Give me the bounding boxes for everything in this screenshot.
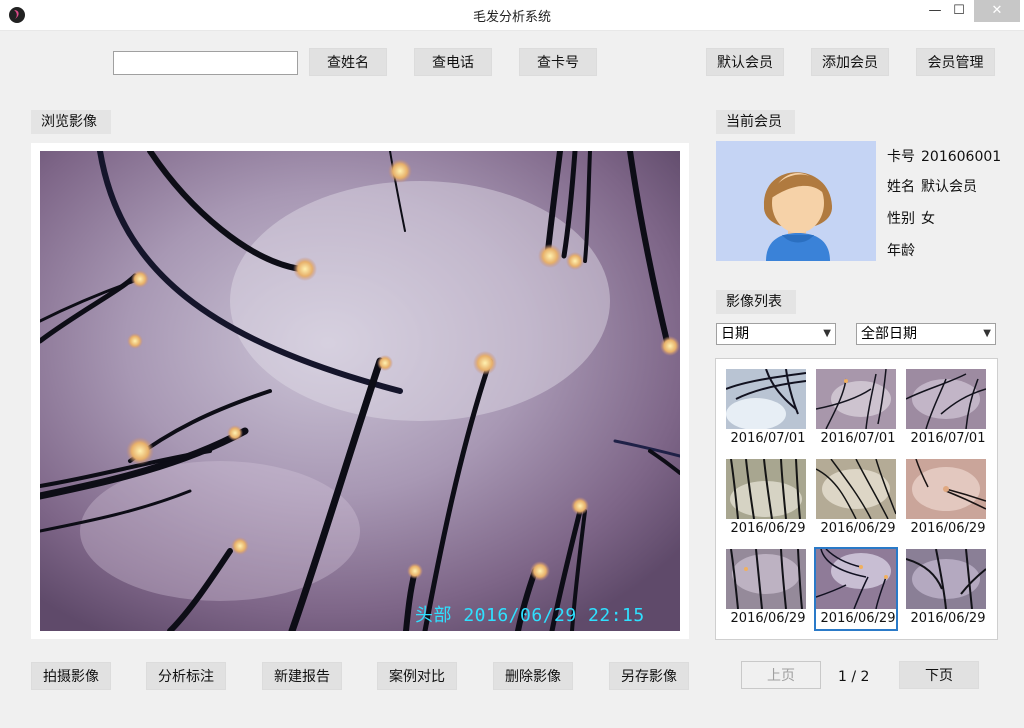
page-indicator: 1 / 2 xyxy=(838,669,869,685)
name-value: 默认会员 xyxy=(921,179,977,195)
gender-value: 女 xyxy=(921,211,935,227)
browse-label: 浏览影像 xyxy=(31,110,111,134)
thumbnail-date: 2016/06/29 xyxy=(910,611,986,626)
thumbnail-image xyxy=(816,369,896,429)
image-caption: 头部 2016/06/29 22:15 xyxy=(415,605,645,626)
age-row: 年龄 xyxy=(887,240,927,260)
image-list-label: 影像列表 xyxy=(716,290,796,314)
name-label: 姓名 xyxy=(887,179,915,195)
thumbnail-date: 2016/06/29 xyxy=(730,611,806,626)
gender-row: 性别女 xyxy=(887,208,941,228)
thumbnail[interactable]: 2016/06/29 xyxy=(906,549,990,633)
age-label: 年龄 xyxy=(887,243,915,259)
thumbnail-image xyxy=(906,369,986,429)
delete-image-button[interactable]: 删除影像 xyxy=(493,662,573,690)
close-button[interactable]: ✕ xyxy=(974,0,1020,22)
filter-range-value: 全部日期 xyxy=(861,326,917,342)
thumbnail-date: 2016/06/29 xyxy=(820,521,896,536)
thumbnail-image xyxy=(726,369,806,429)
filter-field-value: 日期 xyxy=(721,326,749,342)
total-pages: 2 xyxy=(860,669,870,685)
thumbnail-image xyxy=(726,549,806,609)
search-phone-button[interactable]: 查电话 xyxy=(414,48,492,76)
analyze-annotate-button[interactable]: 分析标注 xyxy=(146,662,226,690)
thumbnail-image xyxy=(906,549,986,609)
thumbnail-image xyxy=(816,549,896,609)
maximize-button[interactable]: ☐ xyxy=(944,0,974,22)
card-number-row: 卡号 201606001 xyxy=(887,146,1007,166)
female-avatar-icon xyxy=(763,172,833,261)
default-member-button[interactable]: 默认会员 xyxy=(706,48,784,76)
prev-page-button[interactable]: 上页 xyxy=(741,661,821,689)
filter-field-select[interactable]: 日期 ▼ xyxy=(716,323,836,345)
current-page: 1 xyxy=(838,669,847,685)
search-name-button[interactable]: 查姓名 xyxy=(309,48,387,76)
card-label: 卡号 xyxy=(887,149,915,165)
member-management-button[interactable]: 会员管理 xyxy=(916,48,995,76)
scalp-image: 头部 2016/06/29 22:15 xyxy=(40,151,680,631)
new-report-button[interactable]: 新建报告 xyxy=(262,662,342,690)
thumbnail-date: 2016/07/01 xyxy=(820,431,896,446)
save-image-as-button[interactable]: 另存影像 xyxy=(609,662,689,690)
page-separator: / xyxy=(851,669,857,685)
current-member-label: 当前会员 xyxy=(716,110,795,134)
title-bar: 毛发分析系统 — ☐ ✕ xyxy=(0,0,1024,31)
thumbnail-date: 2016/07/01 xyxy=(730,431,806,446)
search-card-button[interactable]: 查卡号 xyxy=(519,48,597,76)
name-row: 姓名 默认会员 xyxy=(887,176,983,196)
thumbnail-image xyxy=(816,459,896,519)
avatar xyxy=(716,141,876,261)
window-title: 毛发分析系统 xyxy=(472,10,551,25)
thumbnail-date: 2016/06/29 xyxy=(730,521,806,536)
filter-range-select[interactable]: 全部日期 ▼ xyxy=(856,323,996,345)
thumbnail-date: 2016/07/01 xyxy=(910,431,986,446)
chevron-down-icon: ▼ xyxy=(983,328,991,339)
thumbnail[interactable]: 2016/07/01 xyxy=(816,369,900,453)
image-viewer[interactable]: 头部 2016/06/29 22:15 xyxy=(31,143,689,639)
case-compare-button[interactable]: 案例对比 xyxy=(377,662,457,690)
thumbnail-image xyxy=(906,459,986,519)
capture-image-button[interactable]: 拍摄影像 xyxy=(31,662,111,690)
chevron-down-icon: ▼ xyxy=(823,328,831,339)
app-window: 毛发分析系统 — ☐ ✕ 查姓名 查电话 查卡号 默认会员 添加会员 会员管理 … xyxy=(0,0,1024,728)
thumbnail[interactable]: 2016/06/29 xyxy=(906,459,990,543)
thumbnail-gallery: 2016/07/01 2016/07/01 2016/07/01 2016/06… xyxy=(715,358,998,640)
card-value: 201606001 xyxy=(921,149,1002,165)
gender-label: 性别 xyxy=(887,211,915,227)
thumbnail[interactable]: 2016/06/29 xyxy=(726,549,810,633)
thumbnail[interactable]: 2016/07/01 xyxy=(906,369,990,453)
thumbnail-date: 2016/06/29 xyxy=(910,521,986,536)
thumbnail[interactable]: 2016/06/29 xyxy=(726,459,810,543)
thumbnail[interactable]: 2016/07/01 xyxy=(726,369,810,453)
next-page-button[interactable]: 下页 xyxy=(899,661,979,689)
add-member-button[interactable]: 添加会员 xyxy=(811,48,889,76)
thumbnail-date: 2016/06/29 xyxy=(820,611,896,626)
search-input[interactable] xyxy=(113,51,298,75)
thumbnail[interactable]: 2016/06/29 xyxy=(816,459,900,543)
thumbnail-image xyxy=(726,459,806,519)
thumbnail-selected[interactable]: 2016/06/29 xyxy=(814,547,898,631)
